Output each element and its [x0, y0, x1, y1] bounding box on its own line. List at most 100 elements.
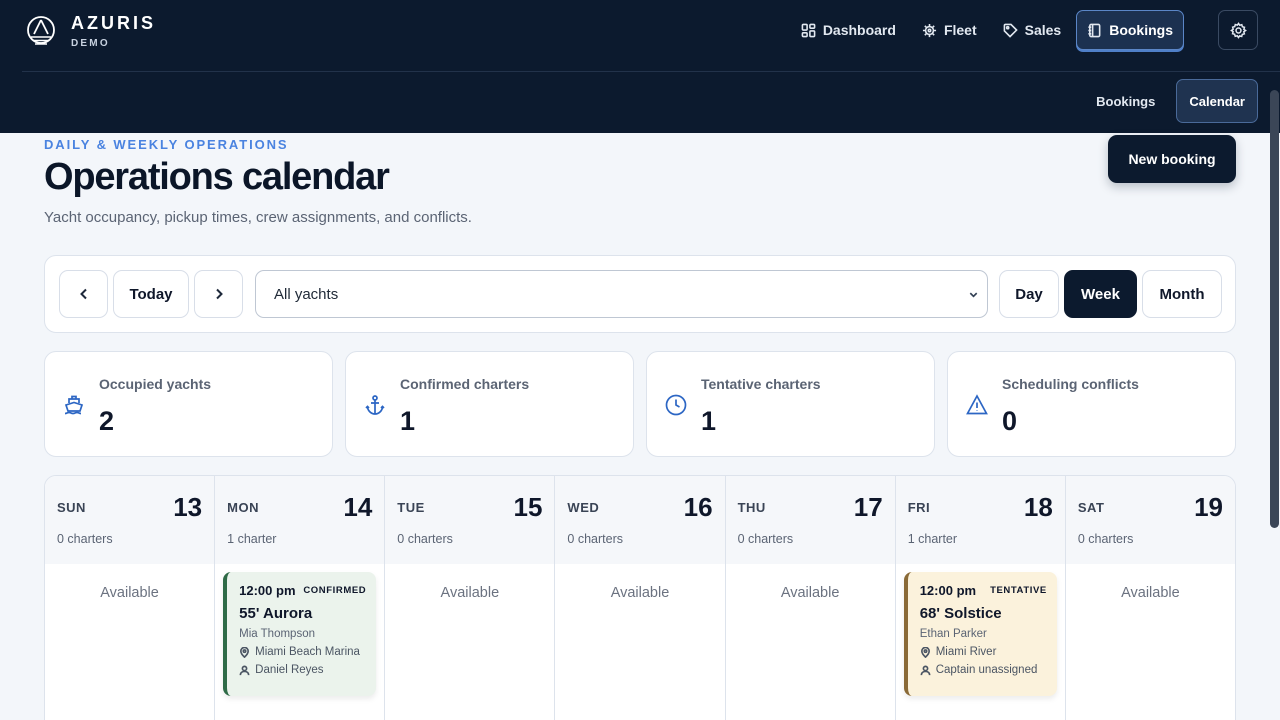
day-column-sun[interactable]: SUN 13 0 charters Available: [45, 476, 216, 720]
day-column-tue[interactable]: TUE 15 0 charters Available: [385, 476, 556, 720]
map-pin-icon: [920, 646, 930, 658]
brand-name: AZURIS: [71, 13, 156, 33]
available-label: Available: [100, 585, 159, 601]
nav-fleet-label: Fleet: [943, 22, 977, 38]
subnav-bookings[interactable]: Bookings: [1083, 79, 1168, 123]
anchor-icon: [365, 395, 385, 415]
nav-bookings-label: Bookings: [1109, 22, 1173, 38]
person-icon: [920, 665, 931, 675]
stat-confirmed-charters: Confirmed charters 1: [345, 351, 634, 457]
stat-tentative-charters: Tentative charters 1: [646, 351, 935, 457]
week-calendar: SUN 13 0 charters Available MON 14 1 cha…: [44, 475, 1236, 720]
day-of-week: SUN: [57, 500, 86, 515]
stat-label: Tentative charters: [701, 376, 821, 392]
day-header: SUN 13 0 charters: [45, 476, 215, 564]
day-column-mon[interactable]: MON 14 1 charter 12:00 pm CONFIRMED 55' …: [215, 476, 386, 720]
day-column-wed[interactable]: WED 16 0 charters Available: [555, 476, 726, 720]
yacht-filter-select[interactable]: All yachts: [255, 270, 988, 318]
day-number: 17: [853, 492, 883, 522]
brand-logo-icon: [27, 15, 55, 45]
view-month-button[interactable]: Month: [1142, 270, 1222, 318]
nav-dashboard-label: Dashboard: [822, 22, 896, 38]
next-week-button[interactable]: [194, 270, 243, 318]
stat-value: 0: [1002, 406, 1018, 436]
nav-sales[interactable]: Sales: [992, 10, 1073, 50]
day-column-fri[interactable]: FRI 18 1 charter 12:00 pm TENTATIVE 68' …: [895, 476, 1066, 720]
day-header: FRI 18 1 charter: [895, 476, 1065, 564]
grid-icon: [801, 23, 816, 37]
booking-card-aurora[interactable]: 12:00 pm CONFIRMED 55' Aurora Mia Thomps…: [223, 572, 377, 696]
helm-icon: [922, 23, 936, 37]
booking-time: 12:00 pm: [239, 583, 296, 598]
charter-count: 1 charter: [907, 532, 958, 546]
day-number: 19: [1194, 492, 1223, 522]
notebook-icon: [1088, 23, 1101, 37]
day-header: WED 16 0 charters: [555, 476, 725, 564]
nav-sales-label: Sales: [1024, 22, 1062, 38]
day-number: 18: [1023, 492, 1053, 522]
day-of-week: TUE: [397, 500, 425, 515]
day-number: 13: [173, 492, 203, 522]
stat-value: 2: [99, 406, 115, 436]
day-header: SAT 19 0 charters: [1065, 476, 1235, 564]
nav-dashboard[interactable]: Dashboard: [790, 10, 907, 50]
clock-icon: [665, 394, 687, 416]
brand[interactable]: AZURIS DEMO: [26, 14, 156, 49]
tag-icon: [1003, 23, 1018, 38]
gear-icon: [1229, 21, 1247, 39]
available-label: Available: [780, 585, 840, 601]
chevron-down-icon: [969, 292, 978, 298]
stat-label: Scheduling conflicts: [1002, 376, 1139, 392]
page-subtitle: Yacht occupancy, pickup times, crew assi…: [44, 209, 472, 226]
day-of-week: SAT: [1077, 500, 1105, 515]
day-column-thu[interactable]: THU 17 0 charters Available: [725, 476, 896, 720]
stat-label: Occupied yachts: [99, 376, 212, 392]
booking-card-solstice[interactable]: 12:00 pm TENTATIVE 68' Solstice Ethan Pa…: [903, 572, 1057, 696]
scrollbar[interactable]: [1270, 90, 1279, 528]
booking-location: Miami River: [935, 646, 997, 658]
stat-occupied-yachts: Occupied yachts 2: [44, 351, 333, 457]
charter-count: 0 charters: [737, 532, 794, 546]
boat-icon: [64, 395, 84, 415]
day-of-week: WED: [567, 500, 600, 515]
available-label: Available: [440, 585, 500, 601]
new-booking-button[interactable]: New booking: [1108, 135, 1236, 183]
top-navigation-bar: AZURIS DEMO Dashboard Fleet Sales Bookin…: [0, 0, 1280, 133]
stat-value: 1: [400, 406, 416, 436]
view-day-button[interactable]: Day: [999, 270, 1059, 318]
charter-count: 0 charters: [397, 532, 453, 546]
view-week-button[interactable]: Week: [1064, 270, 1137, 318]
sub-nav: Bookings Calendar: [1083, 79, 1258, 123]
charter-count: 1 charter: [227, 532, 277, 546]
available-label: Available: [1121, 585, 1180, 601]
day-number: 15: [513, 492, 543, 522]
day-header: TUE 15 0 charters: [385, 476, 555, 564]
day-header: THU 17 0 charters: [725, 476, 895, 564]
nav-bookings[interactable]: Bookings: [1076, 10, 1184, 50]
brand-subtitle: DEMO: [71, 38, 110, 49]
booking-client: Mia Thompson: [239, 628, 315, 640]
booking-time: 12:00 pm: [919, 583, 977, 598]
stat-scheduling-conflicts: Scheduling conflicts 0: [947, 351, 1236, 457]
subnav-calendar[interactable]: Calendar: [1176, 79, 1258, 123]
person-icon: [239, 665, 250, 675]
day-of-week: MON: [227, 500, 259, 515]
nav-divider: [22, 71, 1280, 72]
booking-captain: Captain unassigned: [935, 664, 1038, 676]
nav-fleet[interactable]: Fleet: [911, 10, 988, 50]
calendar-toolbar: Today All yachts Day Week Month: [44, 255, 1236, 333]
chevron-left-icon: [79, 288, 87, 300]
stat-value: 1: [701, 406, 717, 436]
day-number: 14: [343, 492, 373, 522]
booking-status-badge: TENTATIVE: [990, 585, 1047, 596]
booking-status-badge: CONFIRMED: [303, 585, 367, 596]
main-nav: Dashboard Fleet Sales Bookings: [790, 10, 1184, 50]
previous-week-button[interactable]: [59, 270, 108, 318]
settings-button[interactable]: [1218, 10, 1258, 50]
today-button[interactable]: Today: [113, 270, 189, 318]
booking-client: Ethan Parker: [919, 628, 987, 640]
day-header: MON 14 1 charter: [215, 476, 385, 564]
day-column-sat[interactable]: SAT 19 0 charters Available: [1065, 476, 1235, 720]
day-number: 16: [683, 492, 713, 522]
stat-label: Confirmed charters: [400, 376, 530, 392]
